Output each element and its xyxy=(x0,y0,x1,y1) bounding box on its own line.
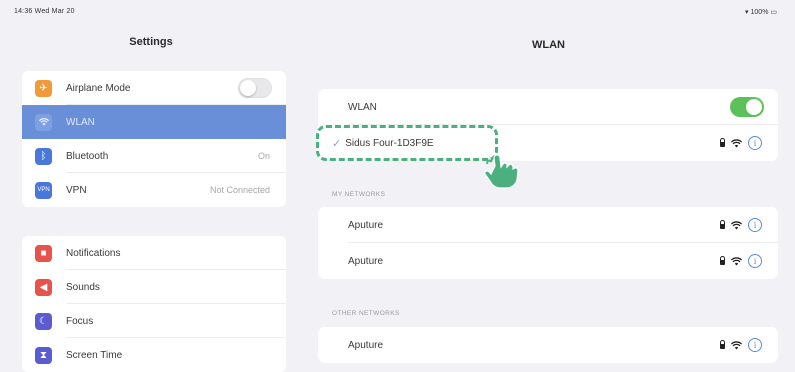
highlight-dashed-box xyxy=(316,125,498,161)
network-row[interactable]: Aputure i xyxy=(318,327,778,363)
sidebar-item-screen-time[interactable]: ⧗ Screen Time xyxy=(22,338,286,372)
battery-percent: 100% xyxy=(750,9,769,16)
moon-icon: ☾ xyxy=(35,312,52,330)
network-name: Aputure xyxy=(348,339,384,351)
settings-group-notifications: ■ Notifications ◀ Sounds ☾ Focus ⧗ Scree… xyxy=(22,236,286,372)
lock-icon xyxy=(720,220,725,229)
other-networks-card: Aputure i xyxy=(318,327,778,363)
battery-icon: ▭ xyxy=(770,9,777,16)
wlan-toggle[interactable] xyxy=(730,97,764,117)
bluetooth-icon: ᛒ xyxy=(35,147,52,165)
network-row[interactable]: Aputure i xyxy=(318,243,778,279)
sidebar-item-bluetooth[interactable]: ᛒ Bluetooth On xyxy=(22,139,286,173)
lock-icon xyxy=(720,340,725,349)
info-icon[interactable]: i xyxy=(748,338,762,352)
sidebar-item-label: Focus xyxy=(66,315,94,327)
wifi-icon xyxy=(731,256,742,265)
sidebar-item-label: Notifications xyxy=(66,247,121,259)
sidebar-item-wlan[interactable]: WLAN xyxy=(22,105,286,139)
network-name: Aputure xyxy=(348,255,384,267)
info-icon[interactable]: i xyxy=(748,136,762,150)
sidebar-title: Settings xyxy=(129,36,173,48)
settings-group-connectivity: ✈ Airplane Mode WLAN ᛒ Bluetooth On VPN … xyxy=(22,71,286,207)
my-networks-header: MY NETWORKS xyxy=(332,191,386,198)
page-title: WLAN xyxy=(532,39,565,51)
wifi-icon xyxy=(731,340,742,349)
wlan-detail-pane: ▾ 100% ▭ WLAN WLAN ✓ Sidus Four-1D3F9E i… xyxy=(302,0,795,372)
vpn-status: Not Connected xyxy=(209,185,270,195)
sidebar-item-airplane-mode[interactable]: ✈ Airplane Mode xyxy=(22,71,286,105)
wlan-toggle-row: WLAN xyxy=(318,89,778,125)
wifi-icon xyxy=(35,113,52,131)
tap-hand-icon xyxy=(484,154,519,189)
wifi-status-icon: ▾ xyxy=(745,9,749,16)
info-icon[interactable]: i xyxy=(748,218,762,232)
airplane-icon: ✈ xyxy=(35,79,52,97)
network-name: Aputure xyxy=(348,219,384,231)
other-networks-header: OTHER NETWORKS xyxy=(332,310,400,317)
my-networks-card: Aputure i Aputure i xyxy=(318,207,778,279)
speaker-icon: ◀ xyxy=(35,278,52,296)
status-time-date: 14:36 Wed Mar 20 xyxy=(14,8,75,15)
wlan-label: WLAN xyxy=(348,101,377,113)
bell-icon: ■ xyxy=(35,244,52,262)
lock-icon xyxy=(720,256,725,265)
sidebar-item-label: VPN xyxy=(66,184,87,196)
status-battery: ▾ 100% ▭ xyxy=(745,8,777,16)
sidebar-item-sounds[interactable]: ◀ Sounds xyxy=(22,270,286,304)
sidebar-item-label: Bluetooth xyxy=(66,150,109,162)
screen: 14:36 Wed Mar 20 Settings ✈ Airplane Mod… xyxy=(0,0,795,372)
network-row[interactable]: Aputure i xyxy=(318,207,778,243)
wifi-icon xyxy=(731,138,742,147)
settings-sidebar: 14:36 Wed Mar 20 Settings ✈ Airplane Mod… xyxy=(0,0,302,372)
wifi-icon xyxy=(731,220,742,229)
lock-icon xyxy=(720,138,725,147)
sidebar-item-vpn[interactable]: VPN VPN Not Connected xyxy=(22,173,286,207)
bluetooth-status: On xyxy=(257,151,270,161)
sidebar-item-label: Sounds xyxy=(66,281,100,293)
sidebar-item-label: WLAN xyxy=(66,116,95,128)
sidebar-item-label: Screen Time xyxy=(66,349,123,361)
info-icon[interactable]: i xyxy=(748,254,762,268)
airplane-mode-toggle[interactable] xyxy=(238,78,272,98)
vpn-icon: VPN xyxy=(35,181,52,199)
sidebar-item-notifications[interactable]: ■ Notifications xyxy=(22,236,286,270)
hourglass-icon: ⧗ xyxy=(35,346,52,364)
sidebar-item-focus[interactable]: ☾ Focus xyxy=(22,304,286,338)
sidebar-item-label: Airplane Mode xyxy=(66,82,131,94)
